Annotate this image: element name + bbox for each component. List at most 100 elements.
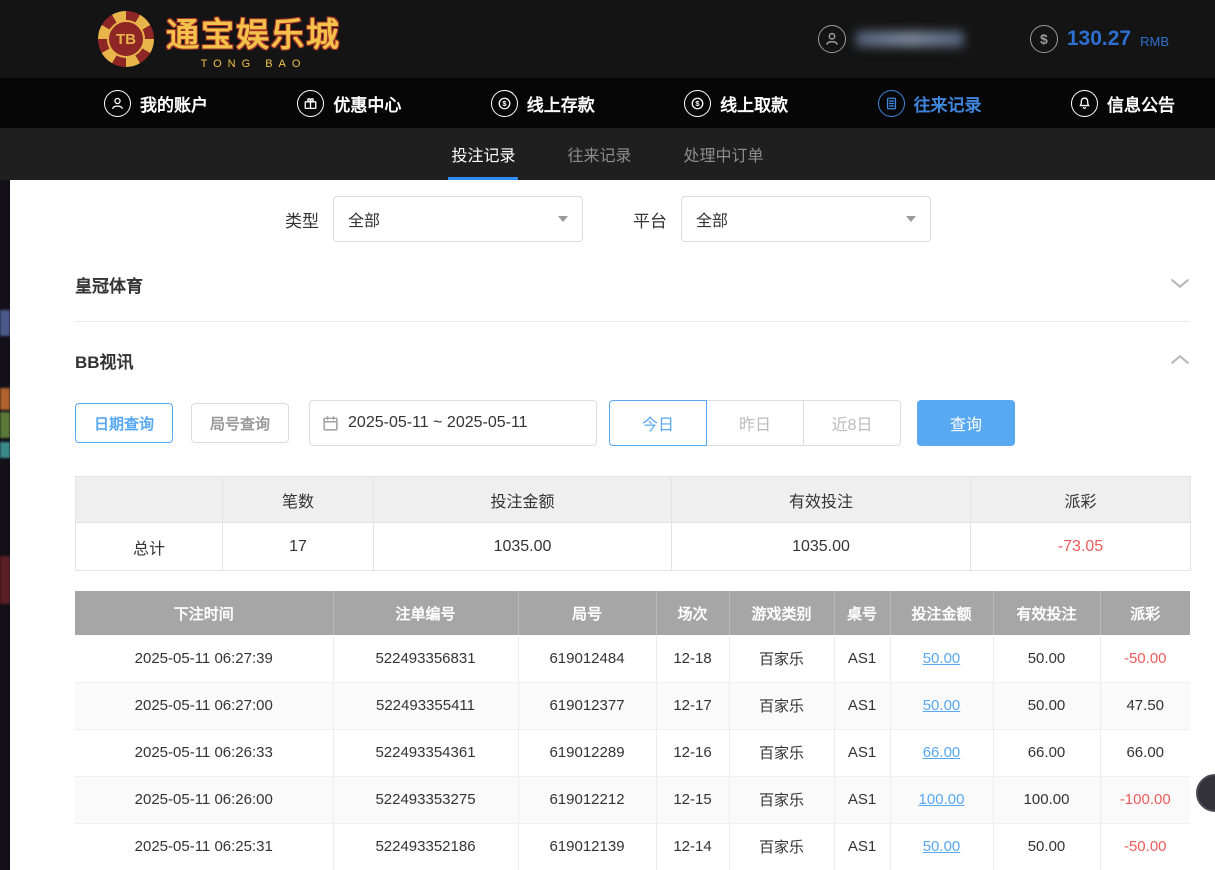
tab-label: 处理中订单 — [684, 142, 764, 166]
records-icon — [878, 90, 905, 117]
cell-bet-time: 2025-05-11 06:26:00 — [75, 776, 333, 823]
cell-session: 12-16 — [656, 729, 729, 776]
cell-bet-id: 522493355411 — [333, 682, 518, 729]
chevron-down-icon — [558, 216, 568, 222]
bet-amount-link[interactable]: 100.00 — [919, 791, 965, 808]
nav-label: 往来记录 — [914, 91, 982, 116]
balance-currency: RMB — [1140, 34, 1169, 49]
page: TB 通宝娱乐城 TONG BAO $ 130.27 RMB — [0, 0, 1215, 870]
column-header-bet-id: 注单编号 — [333, 591, 518, 635]
summary-total-label: 总计 — [76, 523, 223, 571]
cell-session: 12-15 — [656, 776, 729, 823]
top-header: TB 通宝娱乐城 TONG BAO $ 130.27 RMB — [0, 0, 1215, 78]
table-row: 2025-05-11 06:26:00522493353275619012212… — [75, 776, 1190, 823]
account-info[interactable] — [818, 25, 964, 53]
column-header-valid: 有效投注 — [993, 591, 1100, 635]
nav-label: 优惠中心 — [333, 91, 401, 116]
cell-round-no: 619012212 — [518, 776, 656, 823]
query-row: 日期查询 局号查询 2025-05-11 ~ 2025-05-11 今日 昨日 … — [75, 400, 1190, 446]
cell-game-type: 百家乐 — [729, 823, 834, 870]
svg-text:$: $ — [502, 99, 507, 108]
nav-item-withdrawal[interactable]: $ 线上取款 — [684, 90, 788, 117]
bet-amount-link[interactable]: 50.00 — [923, 650, 961, 667]
cell-session: 12-17 — [656, 682, 729, 729]
background-fragment — [0, 442, 10, 458]
section-title: BB视讯 — [75, 348, 134, 373]
cell-round-no: 619012289 — [518, 729, 656, 776]
brand-text: 通宝娱乐城 TONG BAO — [166, 8, 341, 70]
nav-item-promotions[interactable]: 优惠中心 — [297, 90, 401, 117]
dollar-glyph: $ — [1040, 31, 1048, 47]
cell-valid-bet: 50.00 — [993, 682, 1100, 729]
search-button[interactable]: 查询 — [917, 400, 1015, 446]
cell-game-type: 百家乐 — [729, 682, 834, 729]
content: 类型 全部 平台 全部 皇冠体育 BB视讯 日期查询 局号 — [0, 196, 1215, 870]
summary-payout: -73.05 — [971, 523, 1191, 571]
calendar-icon — [322, 415, 339, 432]
main-nav: 我的账户 优惠中心 $ 线上存款 $ 线上取款 往来记录 — [0, 78, 1215, 128]
coin-icon: $ — [1030, 25, 1058, 53]
background-strip — [0, 180, 10, 870]
background-fragment — [0, 412, 10, 438]
deposit-coin-icon: $ — [491, 90, 518, 117]
quick-range-group: 今日 昨日 近8日 — [609, 400, 901, 446]
bet-amount-link[interactable]: 50.00 — [923, 838, 961, 855]
cell-payout: -50.00 — [1100, 635, 1190, 682]
section-title: 皇冠体育 — [75, 272, 143, 297]
column-header-time: 下注时间 — [75, 591, 333, 635]
nav-item-my-account[interactable]: 我的账户 — [104, 90, 208, 117]
type-label: 类型 — [285, 207, 319, 232]
cell-session: 12-18 — [656, 635, 729, 682]
type-select[interactable]: 全部 — [333, 196, 583, 242]
cell-bet-id: 522493354361 — [333, 729, 518, 776]
bet-table-body: 2025-05-11 06:27:39522493356831619012484… — [75, 635, 1190, 870]
last8days-button[interactable]: 近8日 — [803, 400, 901, 446]
bet-amount-link[interactable]: 66.00 — [923, 744, 961, 761]
summary-table: 笔数 投注金额 有效投注 派彩 总计 17 1035.00 1035.00 -7… — [75, 476, 1191, 571]
withdraw-coin-icon: $ — [684, 90, 711, 117]
bet-amount-link[interactable]: 50.00 — [923, 697, 961, 714]
chevron-up-icon — [1170, 352, 1190, 370]
column-header-game: 游戏类别 — [729, 591, 834, 635]
cell-game-type: 百家乐 — [729, 635, 834, 682]
brand-title: 通宝娱乐城 — [166, 8, 341, 56]
cell-bet-time: 2025-05-11 06:25:31 — [75, 823, 333, 870]
date-range-input[interactable]: 2025-05-11 ~ 2025-05-11 — [309, 400, 597, 446]
today-button[interactable]: 今日 — [609, 400, 707, 446]
tab-transaction-records[interactable]: 往来记录 — [564, 128, 634, 180]
cell-session: 12-14 — [656, 823, 729, 870]
summary-col-bet: 投注金额 — [374, 477, 672, 523]
platform-select[interactable]: 全部 — [681, 196, 931, 242]
nav-label: 信息公告 — [1107, 91, 1175, 116]
cell-valid-bet: 50.00 — [993, 823, 1100, 870]
tab-label: 投注记录 — [451, 142, 515, 166]
user-icon — [818, 25, 846, 53]
brand-logo[interactable]: TB 通宝娱乐城 TONG BAO — [98, 8, 341, 70]
background-fragment — [0, 388, 10, 410]
yesterday-button[interactable]: 昨日 — [706, 400, 804, 446]
cell-bet-id: 522493356831 — [333, 635, 518, 682]
type-select-value: 全部 — [348, 207, 380, 231]
cell-game-type: 百家乐 — [729, 729, 834, 776]
cell-valid-bet: 50.00 — [993, 635, 1100, 682]
table-row: 2025-05-11 06:27:00522493355411619012377… — [75, 682, 1190, 729]
cell-bet-id: 522493352186 — [333, 823, 518, 870]
tab-bet-records[interactable]: 投注记录 — [448, 128, 518, 180]
nav-item-records[interactable]: 往来记录 — [878, 90, 982, 117]
cell-payout: 66.00 — [1100, 729, 1190, 776]
nav-item-announcements[interactable]: 信息公告 — [1071, 90, 1175, 117]
section-bb-video[interactable]: BB视讯 — [75, 348, 1190, 373]
table-row: 2025-05-11 06:25:31522493352186619012139… — [75, 823, 1190, 870]
bet-records-table: 下注时间 注单编号 局号 场次 游戏类别 桌号 投注金额 有效投注 派彩 202… — [75, 591, 1190, 870]
casino-chip-icon: TB — [98, 11, 154, 67]
brand-subtitle: TONG BAO — [201, 58, 307, 70]
section-crown-sports[interactable]: 皇冠体育 — [75, 272, 1190, 322]
tab-pending-orders[interactable]: 处理中订单 — [681, 128, 767, 180]
summary-col-count: 笔数 — [223, 477, 374, 523]
date-query-button[interactable]: 日期查询 — [75, 403, 173, 443]
cell-bet-amount: 50.00 — [890, 682, 993, 729]
round-query-button[interactable]: 局号查询 — [191, 403, 289, 443]
cell-bet-time: 2025-05-11 06:26:33 — [75, 729, 333, 776]
filter-row: 类型 全部 平台 全部 — [75, 196, 1190, 242]
nav-item-deposit[interactable]: $ 线上存款 — [491, 90, 595, 117]
